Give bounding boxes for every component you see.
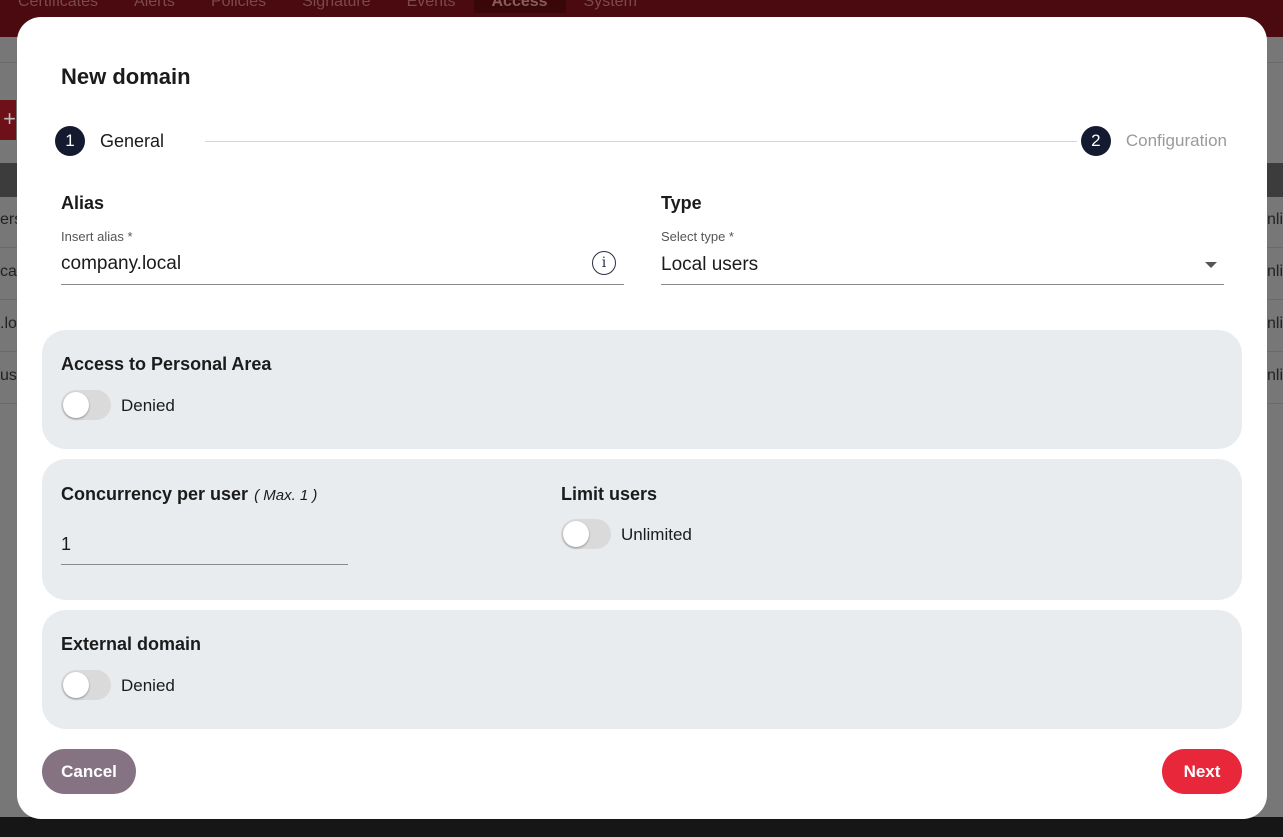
nav-item-access[interactable]: Access — [473, 0, 566, 13]
external-domain-status: Denied — [121, 676, 175, 695]
concurrency-title: Concurrency per user ( Max. 1 ) — [61, 484, 317, 505]
nav-item-system[interactable]: System — [566, 0, 655, 13]
nav-item-certificates[interactable]: Certificates — [0, 0, 116, 13]
external-domain-title: External domain — [61, 634, 202, 654]
toggle-knob — [63, 392, 89, 418]
alias-title: Alias — [61, 193, 105, 213]
next-button[interactable]: Next — [1162, 749, 1242, 794]
toggle-knob — [563, 521, 589, 547]
concurrency-underline — [61, 564, 348, 565]
concurrency-note: ( Max. 1 ) — [254, 487, 318, 504]
nav-item-events[interactable]: Events — [389, 0, 474, 13]
table-cell: nli — [1266, 263, 1283, 280]
chevron-down-icon[interactable] — [1205, 262, 1217, 268]
nav-item-signature[interactable]: Signature — [284, 0, 389, 13]
step-general[interactable]: 1 General — [55, 126, 169, 156]
table-cell: .lo — [0, 315, 17, 332]
type-underline — [661, 284, 1224, 285]
type-select[interactable]: Local users — [661, 254, 758, 276]
external-domain-toggle[interactable] — [61, 670, 111, 700]
stepper-connector — [205, 141, 1077, 142]
dialog-title: New domain — [61, 64, 191, 89]
toggle-knob — [63, 672, 89, 698]
app-nav: Certificates Alerts Policies Signature E… — [0, 0, 655, 13]
info-icon[interactable]: i — [592, 251, 616, 275]
app-bottom-bar — [0, 817, 1283, 837]
step-number: 1 — [55, 126, 85, 156]
table-cell: nli — [1266, 367, 1283, 384]
alias-underline — [61, 284, 624, 285]
table-cell: ca — [0, 263, 17, 280]
table-cell: nli — [1266, 211, 1283, 228]
limit-users-title: Limit users — [561, 484, 658, 504]
alias-caption: Insert alias * — [61, 229, 133, 244]
type-title: Type — [661, 193, 702, 213]
limit-users-status: Unlimited — [621, 525, 692, 544]
table-cell: nli — [1266, 315, 1283, 332]
concurrency-panel: Concurrency per user ( Max. 1 ) 1 Limit u… — [42, 459, 1242, 600]
concurrency-input[interactable]: 1 — [61, 534, 71, 555]
add-icon[interactable]: + — [0, 100, 16, 140]
personal-area-status: Denied — [121, 396, 175, 415]
cancel-button[interactable]: Cancel — [42, 749, 136, 794]
step-number: 2 — [1080, 126, 1111, 156]
step-configuration[interactable]: 2 Configuration — [1076, 126, 1227, 156]
external-domain-panel: External domain Denied — [42, 610, 1242, 729]
type-caption: Select type * — [661, 229, 734, 244]
personal-area-title: Access to Personal Area — [61, 354, 272, 374]
alias-input[interactable]: company.local — [61, 253, 181, 275]
personal-area-toggle[interactable] — [61, 390, 111, 420]
nav-item-policies[interactable]: Policies — [193, 0, 284, 13]
concurrency-label: Concurrency per user — [61, 484, 249, 504]
new-domain-dialog: New domain 1 General 2 Configuration Ali… — [17, 17, 1267, 819]
step-label: Configuration — [1125, 131, 1227, 150]
personal-area-panel: Access to Personal Area Denied — [42, 330, 1242, 449]
nav-item-alerts[interactable]: Alerts — [116, 0, 193, 13]
step-label: General — [100, 130, 165, 151]
stepper: 1 General 2 Configuration — [55, 126, 1227, 158]
limit-users-toggle[interactable] — [561, 519, 611, 549]
